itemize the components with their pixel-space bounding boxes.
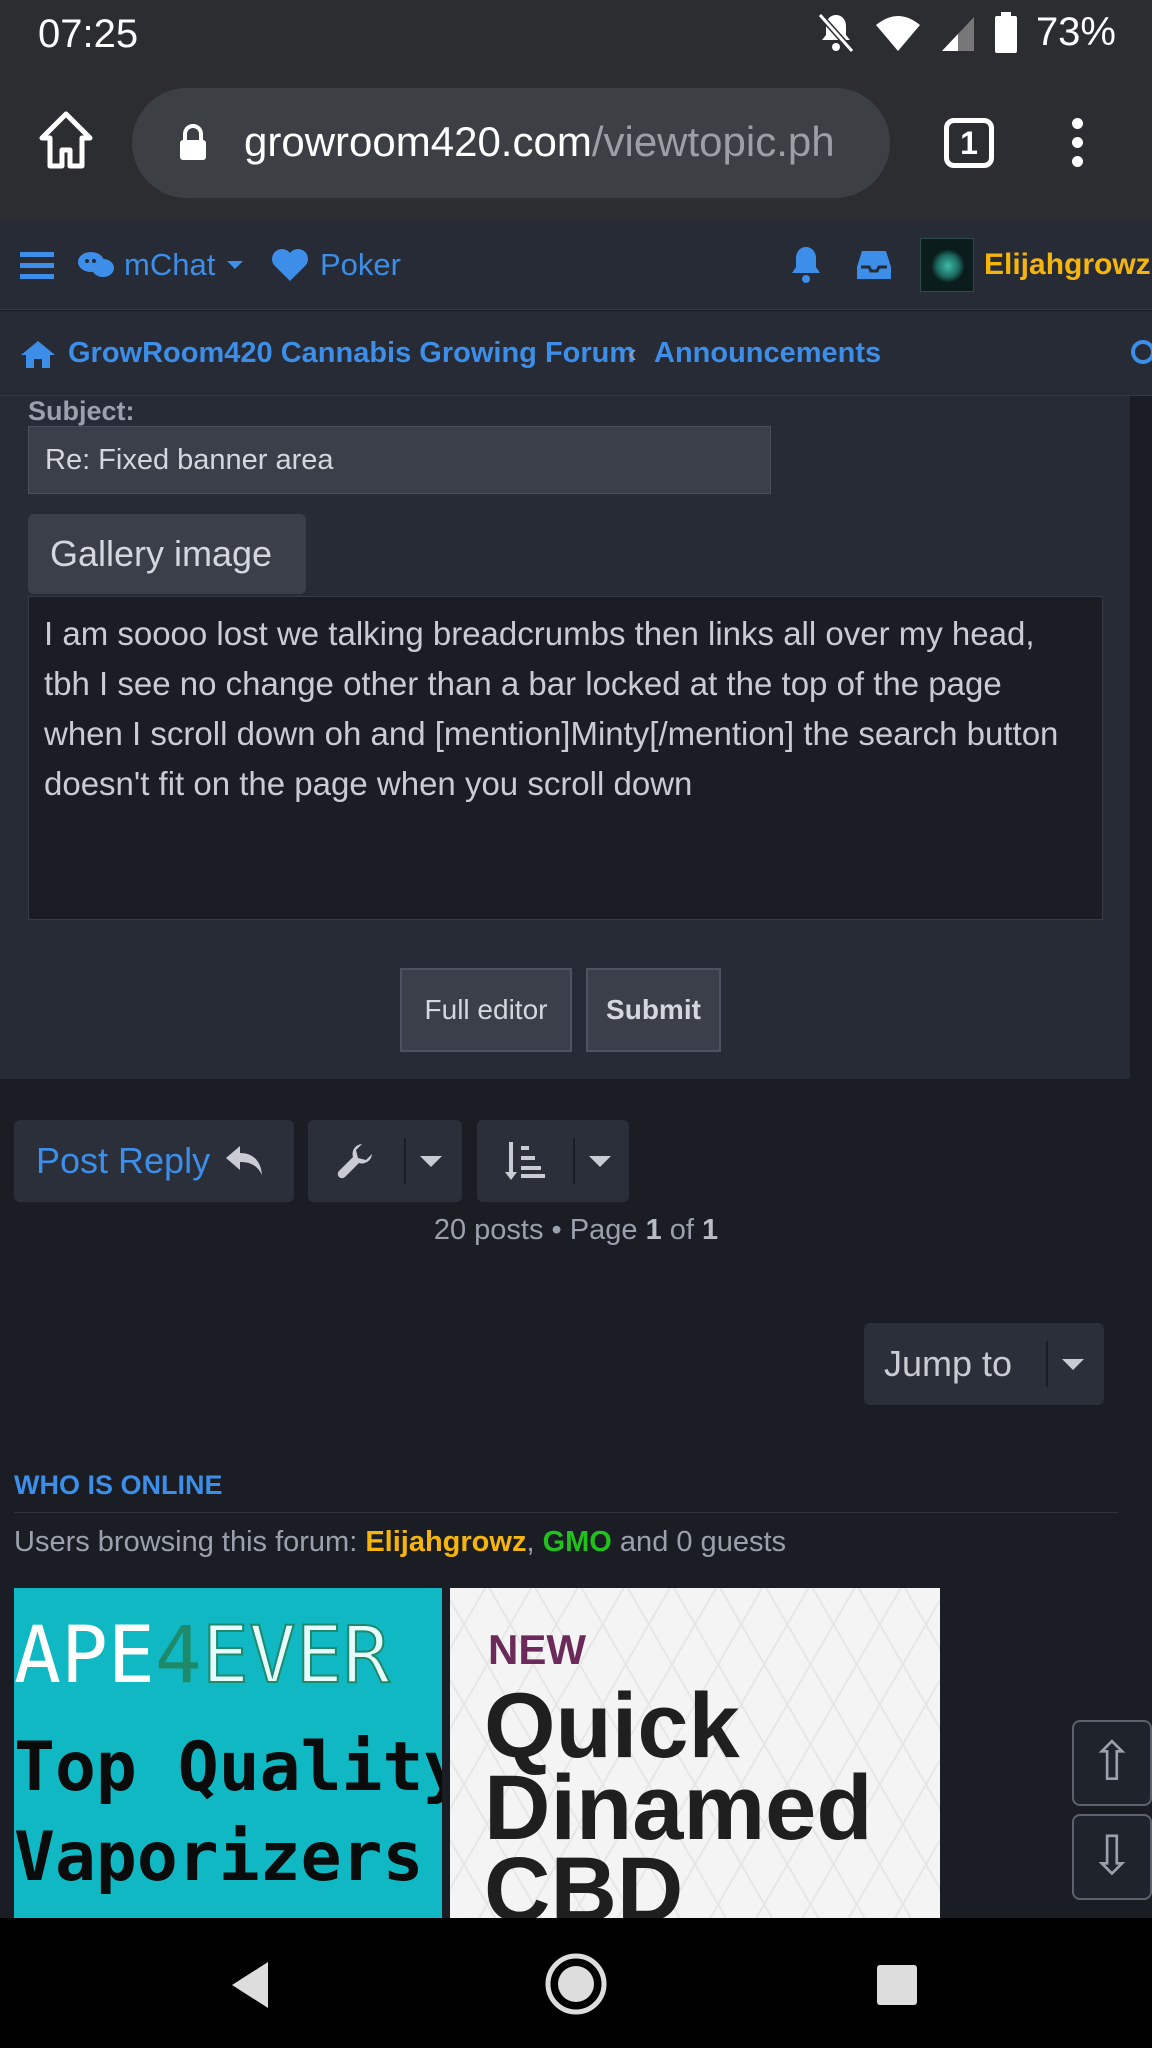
page-total: 1	[702, 1214, 719, 1246]
hamburger-icon[interactable]	[20, 220, 54, 310]
inbox-icon[interactable]	[856, 220, 892, 310]
breadcrumb-home[interactable]: GrowRoom420 Cannabis Growing Forum	[20, 311, 635, 396]
address-bar[interactable]: growroom420.com/viewtopic.ph	[132, 88, 890, 198]
circle-home-icon[interactable]	[544, 1952, 608, 2016]
jump-to-label: Jump to	[884, 1343, 1013, 1384]
battery-percent: 73%	[1035, 10, 1116, 54]
scroll-to-bottom-button[interactable]: ⇩	[1072, 1814, 1152, 1900]
ad-banner-vaporizers[interactable]: APE4EVER Top Quality Vaporizers	[14, 1588, 442, 1918]
battery-icon	[994, 11, 1017, 53]
chat-icon	[78, 252, 114, 277]
username: Elijahgrowz	[984, 248, 1151, 281]
wrench-icon	[337, 1144, 372, 1179]
ad2-line1: Quick	[484, 1675, 740, 1777]
breadcrumb-separator: ‹	[628, 338, 637, 368]
status-icons: 73%	[816, 10, 1116, 55]
browser-menu-icon[interactable]	[1064, 118, 1090, 172]
back-icon[interactable]	[228, 1960, 272, 2010]
pagination-bullet: •	[551, 1214, 562, 1246]
heart-icon	[272, 249, 308, 281]
ad1-line3: Vaporizers	[14, 1818, 424, 1897]
online-user-link[interactable]: Elijahgrowz	[365, 1526, 526, 1558]
chevron-down-icon	[420, 1156, 442, 1167]
notifications-bell-icon[interactable]	[788, 220, 824, 310]
subject-input[interactable]: Re: Fixed banner area	[28, 426, 771, 494]
recents-icon[interactable]	[876, 1964, 918, 2006]
ad1-logo-part2: 4	[154, 1611, 202, 1701]
avatar	[920, 238, 974, 292]
post-reply-button[interactable]: Post Reply	[14, 1120, 294, 1202]
forum-navbar: mChat Poker Elijahgrowz	[0, 220, 1152, 310]
who-comma: ,	[526, 1526, 543, 1558]
who-is-online-heading: WHO IS ONLINE	[14, 1470, 223, 1500]
breadcrumb-announcements[interactable]: Announcements	[654, 311, 881, 396]
wifi-icon	[875, 15, 920, 51]
chevron-down-icon	[589, 1156, 611, 1167]
chevron-down-icon	[1062, 1359, 1084, 1370]
ad1-line2: Top Quality	[14, 1728, 442, 1807]
sort-icon	[505, 1142, 545, 1180]
poker-link[interactable]: Poker	[270, 220, 401, 310]
status-time: 07:25	[38, 12, 139, 56]
sort-options-dropdown[interactable]	[477, 1120, 629, 1202]
of-word: of	[669, 1214, 694, 1246]
jump-to-dropdown[interactable]: Jump to	[864, 1323, 1104, 1405]
url-path: /viewtopic.ph	[591, 118, 835, 165]
who-prefix: Users browsing this forum:	[14, 1526, 366, 1558]
ad-banner-cbd[interactable]: NEW Quick Dinamed CBD	[450, 1588, 940, 1918]
ad2-line3: CBD	[484, 1839, 684, 1918]
submit-button[interactable]: Submit	[586, 968, 721, 1052]
notifications-off-icon	[817, 12, 855, 53]
search-icon[interactable]	[1130, 311, 1152, 396]
system-navigation-bar	[0, 1918, 1152, 2048]
scroll-to-top-button[interactable]: ⇧	[1072, 1720, 1152, 1806]
tab-switcher-button[interactable]: 1	[944, 118, 994, 168]
signal-icon	[941, 16, 974, 51]
ad2-line2: Dinamed	[484, 1757, 873, 1859]
who-suffix: and 0 guests	[611, 1526, 787, 1558]
ad1-logo: APE4EVER	[14, 1610, 442, 1702]
chevron-down-icon	[227, 261, 244, 269]
subject-label: Subject:	[28, 396, 135, 426]
lock-icon	[180, 124, 206, 160]
user-menu[interactable]: Elijahgrowz	[920, 220, 1151, 310]
topic-tools-dropdown[interactable]	[308, 1120, 462, 1202]
message-textarea[interactable]: I am soooo lost we talking breadcrumbs t…	[28, 596, 1103, 920]
home-icon	[21, 340, 55, 368]
mchat-menu[interactable]: mChat	[78, 220, 245, 310]
reply-arrow-icon	[226, 1146, 263, 1175]
home-icon[interactable]	[38, 108, 94, 172]
mchat-label: mChat	[124, 247, 216, 282]
ad1-logo-part3: EVER	[201, 1610, 391, 1702]
who-is-online-text: Users browsing this forum: Elijahgrowz, …	[14, 1526, 786, 1559]
breadcrumb-home-label: GrowRoom420 Cannabis Growing Forum	[68, 337, 636, 369]
online-user-link[interactable]: GMO	[543, 1526, 612, 1558]
divider	[14, 1512, 1118, 1513]
posts-count: 20 posts	[433, 1214, 544, 1246]
url-text: growroom420.com/viewtopic.ph	[244, 118, 864, 166]
ad2-new-label: NEW	[488, 1626, 586, 1673]
status-bar: 07:25 73%	[0, 0, 1152, 68]
quick-reply-panel: Subject: Re: Fixed banner area Gallery i…	[0, 396, 1130, 1079]
page-current: 1	[645, 1214, 662, 1246]
ad1-logo-part1: APE	[14, 1611, 155, 1701]
poker-label: Poker	[320, 247, 401, 282]
page-word: Page	[569, 1214, 638, 1246]
pagination-info: 20 posts • Page 1 of 1	[0, 1214, 1152, 1247]
browser-toolbar: growroom420.com/viewtopic.ph 1	[0, 68, 1152, 220]
gallery-image-button[interactable]: Gallery image	[28, 514, 306, 594]
breadcrumb: GrowRoom420 Cannabis Growing Forum ‹ Ann…	[0, 311, 1152, 396]
full-editor-button[interactable]: Full editor	[400, 968, 572, 1052]
post-reply-label: Post Reply	[36, 1140, 211, 1181]
url-domain: growroom420.com	[244, 118, 592, 165]
